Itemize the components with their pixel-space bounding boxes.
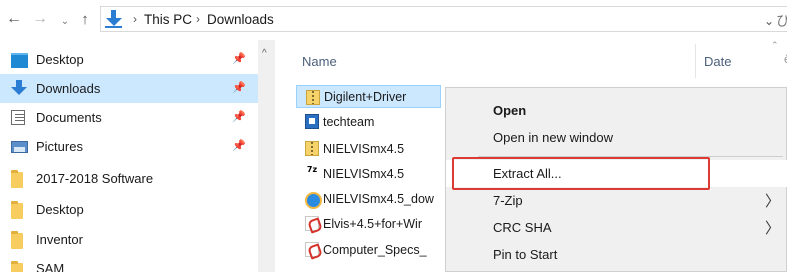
nav-item-pictures[interactable]: Pictures 📌: [0, 132, 258, 161]
file-name: techteam: [323, 114, 375, 129]
file-row[interactable]: techteam: [296, 110, 441, 133]
folder-icon: [11, 201, 23, 219]
nav-item-label: Downloads: [36, 81, 101, 96]
nav-item-documents[interactable]: Documents 📌: [0, 103, 258, 132]
menu-item-label: 7-Zip: [493, 193, 523, 208]
nav-item-label: Pictures: [36, 139, 83, 154]
address-bar[interactable]: › This PC › Downloads ⌄ ひ: [100, 6, 787, 32]
menu-item-7-zip[interactable]: 7-Zip 〉: [446, 187, 787, 214]
menu-item-label: Open in new window: [493, 130, 613, 145]
pdf-icon: [305, 242, 319, 257]
refresh-icon[interactable]: ひ: [776, 11, 787, 31]
forward-arrow-icon[interactable]: →: [32, 10, 48, 28]
menu-item-pin-to-start[interactable]: Pin to Start: [446, 241, 787, 268]
scroll-up-icon[interactable]: ^: [262, 48, 267, 59]
documents-icon: [11, 110, 25, 125]
pin-icon[interactable]: 📌: [232, 110, 246, 123]
file-row[interactable]: Computer_Specs_: [296, 238, 441, 261]
address-dropdown-icon[interactable]: ⌄: [764, 14, 774, 28]
menu-item-label: Open: [493, 103, 527, 118]
file-name: NIELVISmx4.5: [323, 166, 405, 181]
nav-item-desktop-folder[interactable]: Desktop: [0, 195, 258, 224]
breadcrumb-downloads[interactable]: Downloads: [207, 12, 274, 27]
menu-item-crc-sha[interactable]: CRC SHA 〉: [446, 214, 787, 241]
file-row[interactable]: NIELVISmx4.5_dow: [296, 187, 441, 210]
recent-locations-chevron-icon[interactable]: ⌄: [57, 12, 73, 30]
file-row[interactable]: 7z NIELVISmx4.5: [296, 162, 441, 185]
menu-item-open[interactable]: Open: [446, 97, 787, 124]
nav-item-label: Inventor: [36, 232, 83, 247]
pin-icon[interactable]: 📌: [232, 52, 246, 65]
file-name: NIELVISmx4.5_dow: [323, 191, 434, 206]
breadcrumb-this-pc[interactable]: This PC: [144, 12, 192, 27]
folder-icon: [11, 231, 23, 249]
up-arrow-icon[interactable]: ↑: [77, 10, 93, 28]
navigation-pane: Desktop 📌 Downloads 📌 Documents 📌 Pictur…: [0, 40, 286, 272]
column-header-date[interactable]: Date: [695, 44, 775, 78]
column-header-name[interactable]: Name: [302, 44, 682, 78]
folder-icon: [11, 170, 23, 188]
nav-item-label: Desktop: [36, 52, 84, 67]
submenu-arrow-icon: 〉: [764, 220, 780, 237]
downloads-location-icon: [105, 10, 123, 28]
pin-icon[interactable]: 📌: [232, 81, 246, 94]
pictures-icon: [11, 141, 28, 153]
nav-item-inventor[interactable]: Inventor: [0, 225, 258, 254]
file-name: Computer_Specs_: [323, 242, 427, 257]
file-name: Digilent+Driver: [324, 89, 407, 104]
address-toolbar: ← → ⌄ ↑ › This PC › Downloads ⌄ ひ: [0, 0, 787, 40]
annotation-highlight-box: [452, 157, 710, 190]
menu-item-label: Pin to Start: [493, 247, 558, 262]
team-file-icon: [305, 114, 319, 129]
nav-item-sam[interactable]: SAM: [0, 254, 258, 272]
breadcrumb-separator-icon[interactable]: ›: [196, 12, 200, 26]
nav-pane-scrollbar[interactable]: [258, 40, 275, 272]
file-row[interactable]: Digilent+Driver: [296, 85, 441, 108]
back-arrow-icon[interactable]: ←: [6, 10, 22, 28]
download-icon: [11, 80, 28, 95]
7z-archive-icon: 7z: [305, 166, 319, 181]
file-name: NIELVISmx4.5: [323, 141, 405, 156]
file-row[interactable]: NIELVISmx4.5: [296, 137, 441, 160]
file-name: Elvis+4.5+for+Wir: [323, 216, 422, 231]
nav-item-desktop-pinned[interactable]: Desktop 📌: [0, 45, 258, 74]
nav-item-label: SAM: [36, 261, 65, 272]
file-row[interactable]: Elvis+4.5+for+Wir: [296, 212, 441, 235]
zip-folder-icon: [305, 141, 319, 156]
context-menu: Open Open in new window Extract All... 7…: [445, 87, 787, 272]
pin-icon[interactable]: 📌: [232, 139, 246, 152]
menu-item-label: CRC SHA: [493, 220, 552, 235]
breadcrumb-separator-icon[interactable]: ›: [133, 12, 137, 26]
nav-item-2017-2018-software[interactable]: 2017-2018 Software: [0, 164, 258, 193]
internet-shortcut-icon: [305, 191, 322, 209]
nav-item-label: Documents: [36, 110, 102, 125]
folder-icon: [11, 261, 23, 272]
desktop-icon: [11, 53, 28, 68]
zip-folder-icon: [306, 90, 320, 105]
nav-item-label: 2017-2018 Software: [36, 171, 154, 186]
menu-item-open-in-new-window[interactable]: Open in new window: [446, 124, 787, 151]
nav-item-downloads[interactable]: Downloads 📌: [0, 74, 258, 103]
pdf-icon: [305, 216, 319, 231]
submenu-arrow-icon: 〉: [764, 193, 780, 210]
nav-item-label: Desktop: [36, 202, 84, 217]
sort-indicator-icon: ⌃: [771, 40, 779, 50]
